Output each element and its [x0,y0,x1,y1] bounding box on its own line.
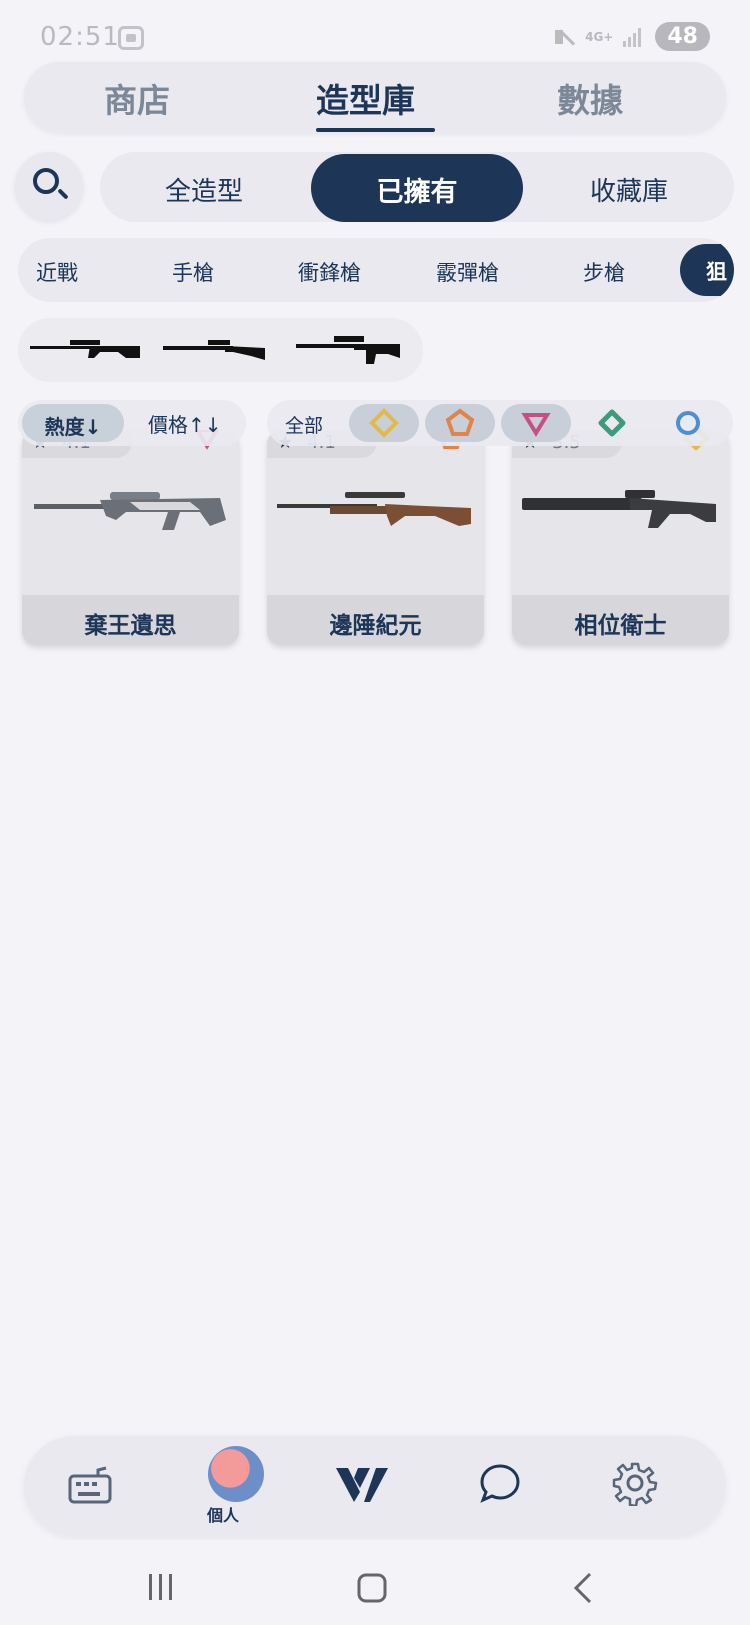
weapon-image [277,492,471,526]
skin-card[interactable]: ★4.1 棄王遺思 [22,430,239,645]
category-pistol[interactable]: 手槍 [172,257,214,287]
sort-popularity[interactable]: 熱度↓ [22,404,124,442]
sniper-rifle-icon[interactable] [30,336,140,366]
mute-icon [553,24,575,50]
screen-record-icon [118,26,144,50]
recent-apps-icon[interactable] [146,1572,176,1602]
segment-owned[interactable]: 已擁有 [311,154,523,222]
rarity-chip[interactable] [501,404,571,442]
pentagon-tier-icon [445,408,475,436]
weapon-image [34,492,226,530]
tab-collection[interactable]: 造型庫 [316,74,415,122]
settings-icon[interactable] [612,1460,658,1506]
status-time: 02:51 [40,22,120,52]
bottom-nav: 個人 [24,1436,726,1536]
avatar-label: 個人 [207,1506,240,1525]
triangle-tier-icon [521,413,551,437]
circle-tier-icon [676,411,700,435]
sniper-rifle-icon[interactable] [163,336,273,366]
top-tab-bar: 商店 造型庫 數據 [24,62,726,132]
segment-wishlist[interactable]: 收藏庫 [590,171,668,208]
rarity-chip[interactable] [653,404,723,442]
weapon-category-bar: 近戰 手槍 衝鋒槍 霰彈槍 步槍 狙 [18,238,734,302]
rarity-all[interactable]: 全部 [285,411,323,438]
signal-icon [623,27,645,47]
system-nav-bar [0,1540,750,1625]
sort-control: 熱度↓ 價格↑↓ [18,400,246,446]
rarity-chip[interactable] [577,404,647,442]
skin-card[interactable]: ★4.1 邊陲紀元 [267,430,484,645]
status-icons: 4G+ 48 [553,22,710,51]
rarity-filter: 全部 [267,400,733,446]
skin-name: 邊陲紀元 [329,613,422,639]
skin-card[interactable]: ★3.5 相位衛士 [512,430,729,645]
chat-icon[interactable] [478,1462,522,1506]
weapon-type-filter [18,318,423,382]
vi-logo-icon[interactable] [334,1460,390,1506]
skin-name: 棄王遺思 [84,613,177,639]
tab-store[interactable]: 商店 [104,74,170,122]
diamond-tier-icon [369,408,399,438]
search-icon [33,168,59,194]
sniper-rifle-icon[interactable] [296,332,406,366]
tab-stats[interactable]: 數據 [557,74,623,122]
battery-badge: 48 [655,22,710,51]
back-icon[interactable] [570,1570,596,1606]
rounded-diamond-tier-icon [598,409,626,437]
sort-price[interactable]: 價格↑↓ [148,409,222,438]
segment-all-skins[interactable]: 全造型 [165,171,243,208]
rarity-chip[interactable] [349,404,419,442]
network-label: 4G+ [585,29,614,44]
category-smg[interactable]: 衝鋒槍 [298,257,361,287]
search-button[interactable] [15,152,83,220]
home-icon[interactable] [356,1572,388,1604]
skin-name: 相位衛士 [574,613,667,639]
category-melee[interactable]: 近戰 [36,257,78,287]
active-tab-indicator [316,128,435,132]
weapon-image [522,490,716,528]
avatar[interactable] [208,1446,264,1502]
category-sniper[interactable]: 狙 [680,244,734,296]
category-shotgun[interactable]: 霰彈槍 [436,257,499,287]
rarity-chip[interactable] [425,404,495,442]
category-rifle[interactable]: 步槍 [583,257,625,287]
keyboard-icon[interactable] [68,1466,112,1506]
